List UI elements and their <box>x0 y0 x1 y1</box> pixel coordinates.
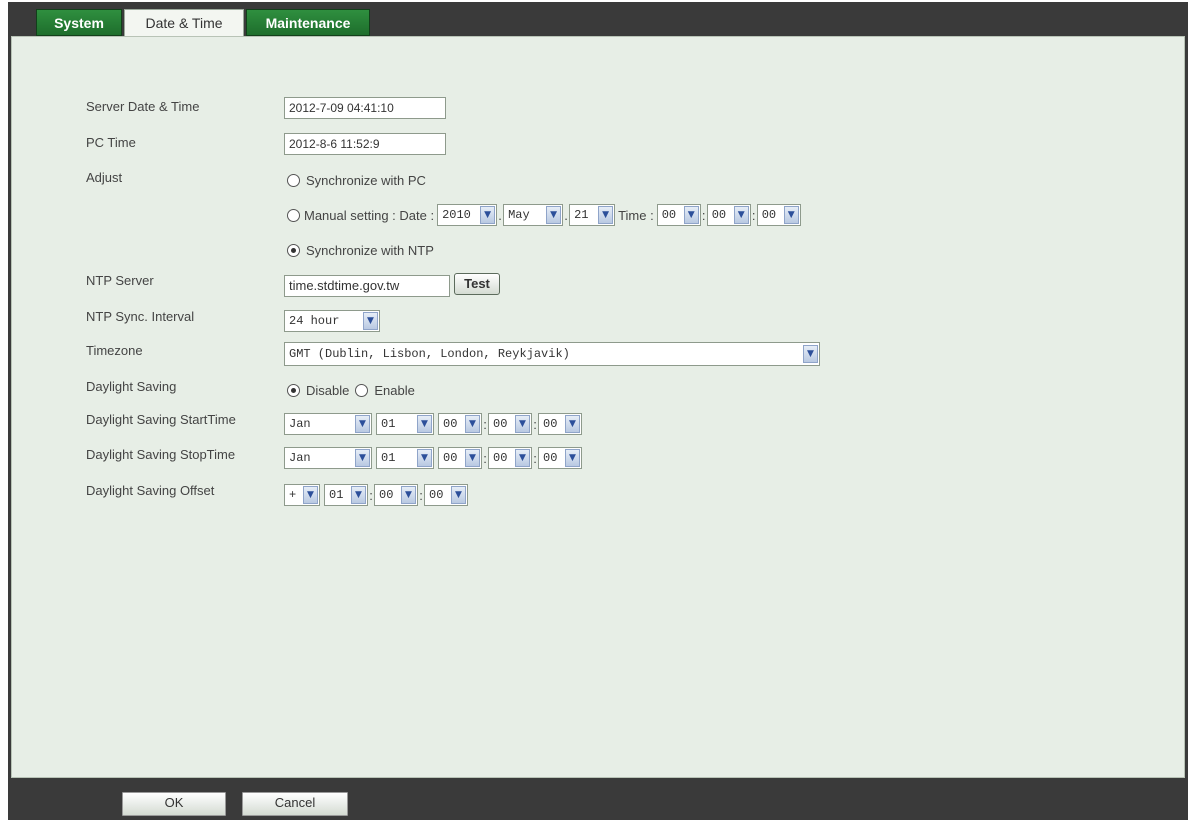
date-day-select[interactable]: 21 ▼ <box>569 204 616 226</box>
daylight-disable-text: Disable <box>306 383 350 398</box>
chevron-down-icon: ▼ <box>480 206 496 224</box>
ntp-test-button[interactable]: Test <box>454 273 500 295</box>
pc-time-field: 2012-8-6 11:52:9 <box>284 133 446 155</box>
dst-stop-hour-select[interactable]: 00 ▼ <box>438 447 482 469</box>
chevron-down-icon: ▼ <box>451 486 466 504</box>
chevron-down-icon: ▼ <box>465 415 480 433</box>
chevron-down-icon: ▼ <box>565 449 580 467</box>
manual-setting-radio[interactable] <box>287 208 300 222</box>
sync-ntp-radio[interactable] <box>287 244 300 257</box>
sync-ntp-text: Synchronize with NTP <box>306 243 434 258</box>
chevron-down-icon: ▼ <box>355 415 370 433</box>
pc-time-label: PC Time <box>86 135 136 150</box>
daylight-saving-label: Daylight Saving <box>86 379 177 394</box>
chevron-down-icon: ▼ <box>465 449 480 467</box>
chevron-down-icon: ▼ <box>546 206 562 224</box>
tab-bar: System Date & Time Maintenance <box>8 2 1188 37</box>
ok-button[interactable]: OK <box>122 792 226 816</box>
chevron-down-icon: ▼ <box>351 486 366 504</box>
chevron-down-icon: ▼ <box>515 415 530 433</box>
dst-start-day-select[interactable]: 01 ▼ <box>376 413 434 435</box>
dst-stop-second-select[interactable]: 00 ▼ <box>538 447 582 469</box>
chevron-down-icon: ▼ <box>783 206 799 224</box>
chevron-down-icon: ▼ <box>598 206 614 224</box>
server-time-field: 2012-7-09 04:41:10 <box>284 97 446 119</box>
ntp-interval-row: 24 hour ▼ <box>284 310 380 332</box>
chevron-down-icon: ▼ <box>363 312 378 330</box>
daylight-saving-options: Disable Enable <box>287 383 415 398</box>
tab-date-time[interactable]: Date & Time <box>124 9 244 37</box>
ntp-server-label: NTP Server <box>86 273 154 288</box>
date-year-select[interactable]: 2010 ▼ <box>437 204 498 226</box>
tab-system[interactable]: System <box>36 9 122 36</box>
chevron-down-icon: ▼ <box>515 449 530 467</box>
chevron-down-icon: ▼ <box>565 415 580 433</box>
sync-pc-text: Synchronize with PC <box>306 173 426 188</box>
time-minute-select[interactable]: 00 ▼ <box>706 204 751 226</box>
dst-stop-month-select[interactable]: Jan ▼ <box>284 447 372 469</box>
time-label: Time : <box>618 207 654 223</box>
manual-setting-row: Manual setting : Date : 2010 ▼ . May ▼ . 2… <box>287 204 801 226</box>
dst-offset-sign-select[interactable]: + ▼ <box>284 484 320 506</box>
dst-offset-hour-select[interactable]: 01 ▼ <box>324 484 368 506</box>
ntp-interval-label: NTP Sync. Interval <box>86 309 195 324</box>
sync-ntp-option[interactable]: Synchronize with NTP <box>287 243 434 258</box>
dst-start-minute-select[interactable]: 00 ▼ <box>488 413 532 435</box>
chevron-down-icon: ▼ <box>417 449 432 467</box>
timezone-select[interactable]: GMT (Dublin, Lisbon, London, Reykjavik) ▼ <box>284 342 820 366</box>
dst-start-month-select[interactable]: Jan ▼ <box>284 413 372 435</box>
sync-pc-radio[interactable] <box>287 174 300 187</box>
sync-pc-option[interactable]: Synchronize with PC <box>287 173 426 188</box>
dst-stop-day-select[interactable]: 01 ▼ <box>376 447 434 469</box>
dst-offset-second-select[interactable]: 00 ▼ <box>424 484 468 506</box>
ntp-server-input[interactable]: time.stdtime.gov.tw <box>284 275 450 297</box>
daylight-disable-radio[interactable] <box>287 384 300 397</box>
chevron-down-icon: ▼ <box>683 206 699 224</box>
dst-stop-row: Jan ▼ 01 ▼ 00 ▼ : 00 ▼ : 00 ▼ <box>284 447 582 469</box>
timezone-label: Timezone <box>86 343 143 358</box>
chevron-down-icon: ▼ <box>355 449 370 467</box>
tab-maintenance[interactable]: Maintenance <box>246 9 370 36</box>
chevron-down-icon: ▼ <box>803 345 818 363</box>
dst-stop-minute-select[interactable]: 00 ▼ <box>488 447 532 469</box>
dst-start-row: Jan ▼ 01 ▼ 00 ▼ : 00 ▼ : 00 ▼ <box>284 413 582 435</box>
app-frame: System Date & Time Maintenance Server Da… <box>8 2 1188 820</box>
time-second-select[interactable]: 00 ▼ <box>756 204 801 226</box>
chevron-down-icon: ▼ <box>417 415 432 433</box>
daylight-enable-text: Enable <box>374 383 415 398</box>
dst-offset-minute-select[interactable]: 00 ▼ <box>374 484 418 506</box>
chevron-down-icon: ▼ <box>401 486 416 504</box>
chevron-down-icon: ▼ <box>733 206 749 224</box>
manual-setting-text: Manual setting : Date : <box>304 207 435 223</box>
dst-start-label: Daylight Saving StartTime <box>86 412 236 427</box>
chevron-down-icon: ▼ <box>303 486 318 504</box>
ntp-interval-select[interactable]: 24 hour ▼ <box>284 310 380 332</box>
cancel-button[interactable]: Cancel <box>242 792 348 816</box>
time-hour-select[interactable]: 00 ▼ <box>656 204 701 226</box>
dst-stop-label: Daylight Saving StopTime <box>86 447 236 462</box>
dst-start-second-select[interactable]: 00 ▼ <box>538 413 582 435</box>
footer-bar: OK Cancel <box>8 778 1188 820</box>
timezone-row: GMT (Dublin, Lisbon, London, Reykjavik) ▼ <box>284 342 820 366</box>
date-month-select[interactable]: May ▼ <box>503 204 564 226</box>
dst-offset-row: + ▼ 01 ▼ : 00 ▼ : 00 ▼ <box>284 484 468 506</box>
dst-offset-label: Daylight Saving Offset <box>86 483 215 498</box>
dst-start-hour-select[interactable]: 00 ▼ <box>438 413 482 435</box>
server-time-label: Server Date & Time <box>86 99 200 114</box>
adjust-label: Adjust <box>86 170 123 185</box>
daylight-enable-radio[interactable] <box>355 384 369 397</box>
settings-panel: Server Date & Time 2012-7-09 04:41:10 PC… <box>11 36 1185 778</box>
